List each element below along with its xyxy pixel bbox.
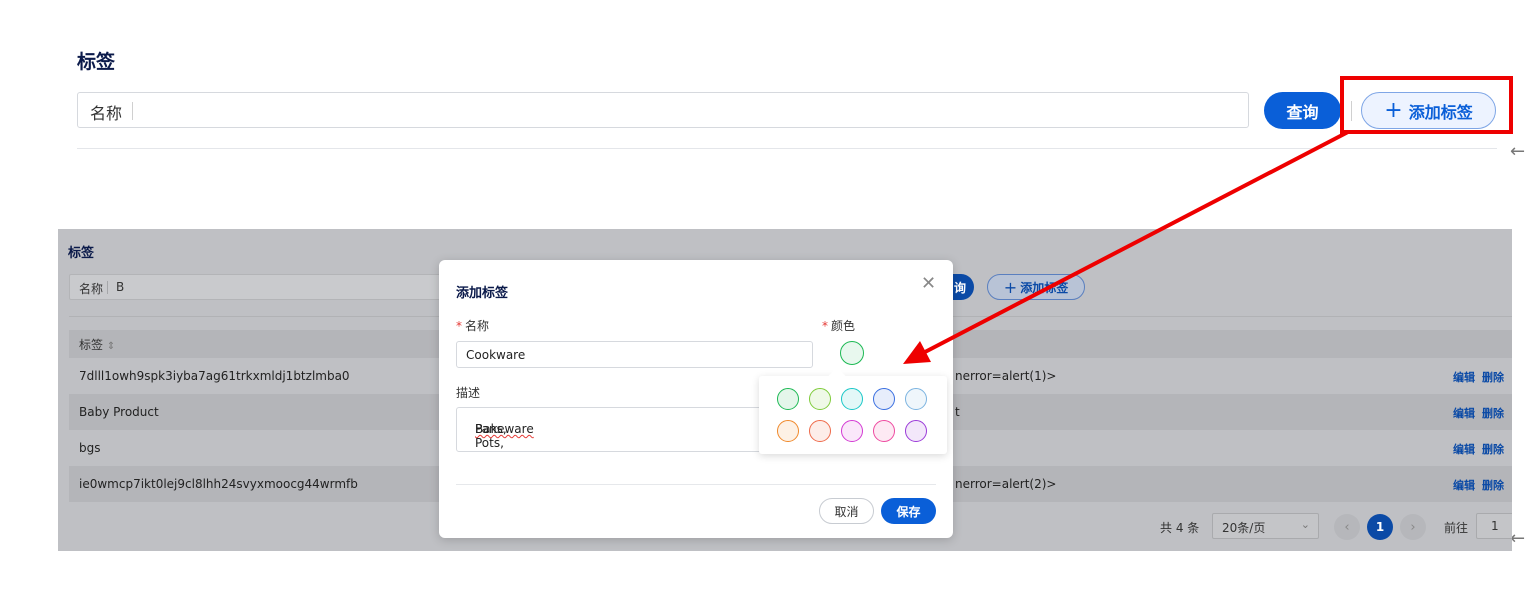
name-value: Cookware — [466, 348, 526, 362]
name-label: * 名称 — [456, 319, 490, 333]
tag-name-cell: 7dlll1owh9spk3iyba7ag61trkxmldj1btzlmba0 — [79, 369, 350, 383]
highlight-box — [1340, 76, 1513, 134]
color-palette-popover — [759, 367, 947, 454]
page-title: 标签 — [68, 246, 95, 261]
toolbar-divider — [77, 148, 1497, 149]
color-swatch[interactable] — [873, 420, 895, 442]
edit-link[interactable]: 编辑 — [1453, 479, 1475, 492]
color-swatch[interactable] — [841, 420, 863, 442]
tag-name-cell: ie0wmcp7ikt0lej9cl8lhh24svyxmoocg44wrmfb — [79, 477, 358, 491]
dialog-divider — [456, 484, 936, 485]
search-label: 名称 — [79, 282, 104, 296]
save-button[interactable]: 保存 — [881, 498, 936, 524]
color-swatch[interactable] — [841, 388, 863, 410]
edit-link[interactable]: 编辑 — [1453, 371, 1475, 384]
search-separator — [132, 102, 133, 120]
page-size-select[interactable]: 20条/页 ⌄ — [1212, 513, 1319, 539]
query-button[interactable]: 查询 — [1264, 92, 1341, 129]
tag-name-cell: Baby Product — [79, 405, 159, 419]
color-swatch[interactable] — [777, 420, 799, 442]
search-input[interactable]: 名称 B — [69, 274, 469, 300]
color-swatch[interactable] — [809, 420, 831, 442]
delete-link[interactable]: 删除 — [1482, 479, 1504, 492]
name-input[interactable]: Cookware — [456, 341, 813, 368]
delete-link[interactable]: 删除 — [1482, 371, 1504, 384]
description-label: 描述 — [456, 386, 481, 400]
column-header-tag[interactable]: 标签 ⇕ — [79, 336, 115, 353]
required-mark: * — [822, 319, 828, 333]
page-title: 标签 — [77, 51, 116, 73]
color-swatch[interactable] — [777, 388, 799, 410]
delete-link[interactable]: 删除 — [1482, 407, 1504, 420]
edit-link[interactable]: 编辑 — [1453, 407, 1475, 420]
dialog-title: 添加标签 — [456, 286, 509, 301]
edit-link[interactable]: 编辑 — [1453, 443, 1475, 456]
plus-icon: + — [1003, 277, 1018, 297]
chevron-down-icon: ⌄ — [1300, 518, 1310, 531]
color-swatch[interactable] — [809, 388, 831, 410]
pagination-total: 共 4 条 — [1160, 521, 1200, 535]
tag-desc-cell: nerror=alert(2)> — [955, 477, 1057, 491]
chevron-left-icon: ‹ — [1344, 519, 1350, 535]
color-swatch[interactable] — [905, 388, 927, 410]
close-icon[interactable]: ✕ — [921, 273, 936, 294]
goto-page-input[interactable]: 1 — [1476, 513, 1512, 539]
arrow-left-icon[interactable]: ← — [1510, 528, 1525, 549]
add-tag-label: 添加标签 — [1020, 280, 1069, 295]
color-swatch[interactable] — [873, 388, 895, 410]
page-1-button[interactable]: 1 — [1367, 514, 1393, 540]
goto-label: 前往 — [1444, 521, 1469, 535]
color-picker-button[interactable] — [840, 341, 864, 365]
search-value: B — [116, 280, 125, 294]
required-mark: * — [456, 319, 462, 333]
tag-desc-cell: nerror=alert(1)> — [955, 369, 1057, 383]
cancel-button[interactable]: 取消 — [819, 498, 874, 524]
search-input[interactable]: 名称 — [77, 92, 1249, 128]
color-swatch[interactable] — [905, 420, 927, 442]
page-size-value: 20条/页 — [1222, 521, 1266, 535]
tag-name-cell: bgs — [79, 441, 101, 455]
delete-link[interactable]: 删除 — [1482, 443, 1504, 456]
sort-icon[interactable]: ⇕ — [107, 341, 115, 352]
arrow-left-icon[interactable]: ← — [1510, 141, 1525, 162]
search-separator — [107, 281, 108, 294]
add-tag-button[interactable]: + 添加标签 — [987, 274, 1085, 300]
prev-page-button[interactable]: ‹ — [1334, 514, 1360, 540]
next-page-button[interactable]: › — [1400, 514, 1426, 540]
color-label: * 颜色 — [822, 319, 856, 333]
tag-desc-cell: t — [955, 405, 960, 419]
chevron-right-icon: › — [1410, 519, 1416, 535]
search-label: 名称 — [90, 104, 123, 123]
